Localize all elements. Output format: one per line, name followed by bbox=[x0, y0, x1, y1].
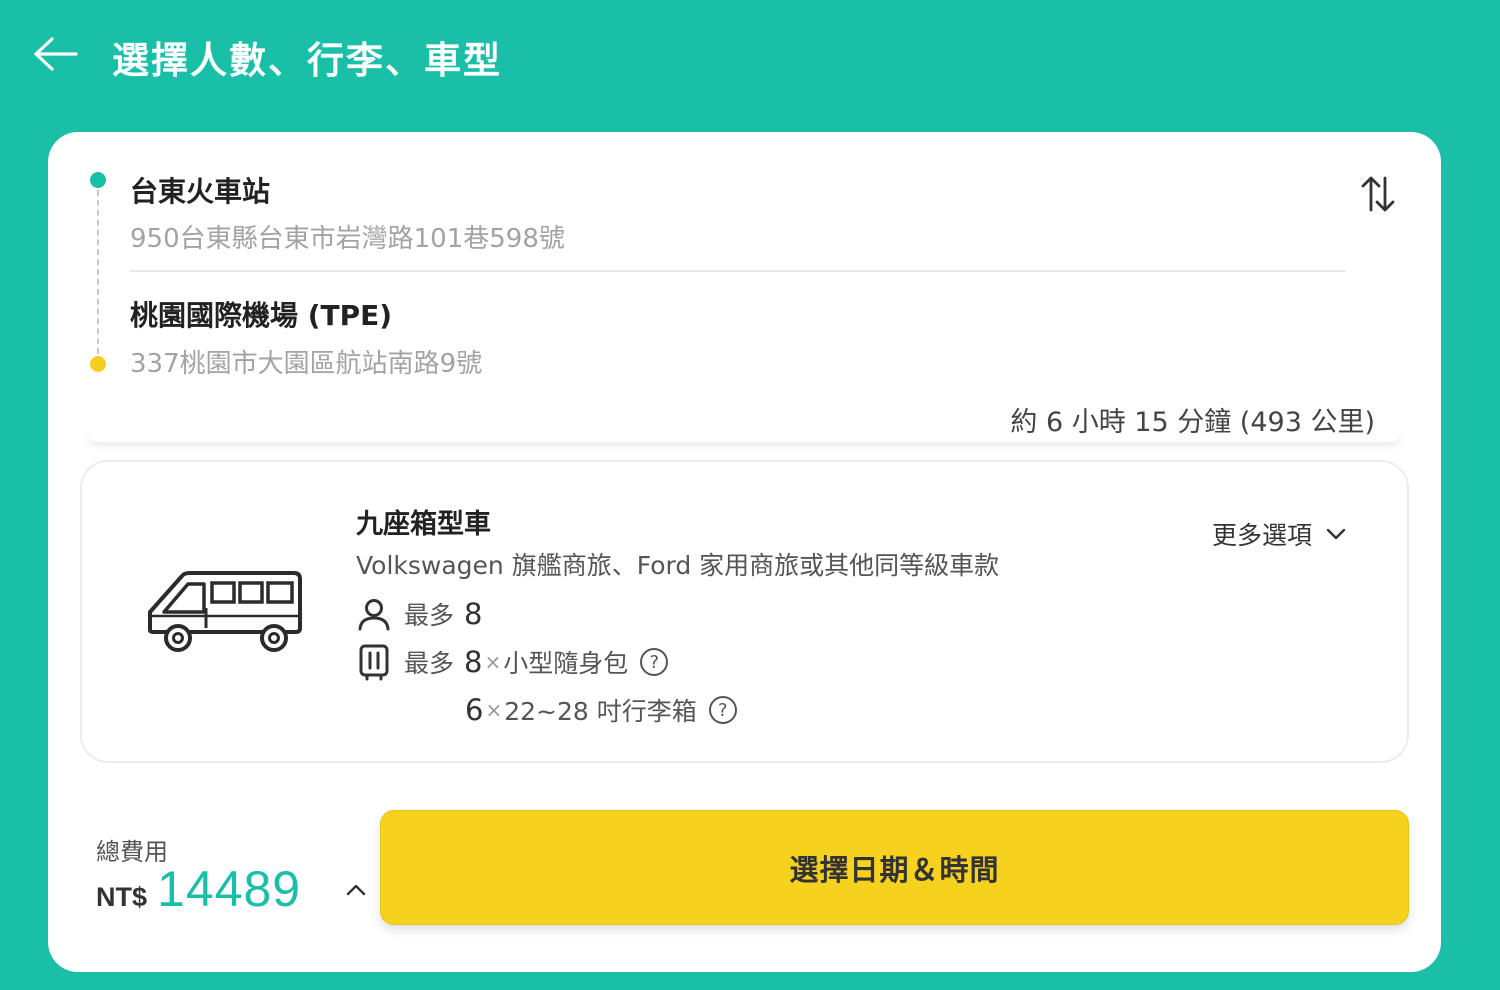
small-bag-count: 8 bbox=[464, 645, 483, 679]
passenger-label: 最多 bbox=[404, 601, 455, 630]
passenger-capacity: 最多 8 bbox=[356, 596, 482, 632]
passenger-count: 8 bbox=[464, 597, 483, 631]
origin-name[interactable]: 台東火車站 bbox=[130, 170, 270, 210]
route-section: 台東火車站 950台東縣台東市岩灣路101巷598號 桃園國際機場 (TPE) … bbox=[48, 132, 1441, 442]
swap-arrows-icon bbox=[1361, 176, 1395, 212]
more-options-dropdown[interactable]: 更多選項 bbox=[1212, 516, 1346, 552]
suitcase-capacity: 6 × 22~28 吋行李箱 ? bbox=[465, 692, 737, 728]
luggage-label: 最多 bbox=[404, 649, 455, 678]
chevron-up-icon bbox=[346, 884, 366, 896]
times-sign: × bbox=[485, 698, 503, 722]
top-bar: 選擇人數、行李、車型 bbox=[0, 0, 1500, 110]
small-bag-help-icon[interactable]: ? bbox=[640, 648, 669, 676]
van-icon bbox=[148, 571, 302, 652]
small-bag-capacity: 最多 8 × 小型隨身包 ? bbox=[356, 644, 669, 681]
destination-name[interactable]: 桃園國際機場 (TPE) bbox=[130, 294, 392, 334]
expand-price-button[interactable] bbox=[342, 876, 370, 904]
total-price: NT$ 14489 bbox=[96, 860, 301, 918]
booking-card: 台東火車站 950台東縣台東市岩灣路101巷598號 桃園國際機場 (TPE) … bbox=[48, 132, 1441, 972]
vehicle-models: Volkswagen 旗艦商旅、Ford 家用商旅或其他同等級車款 bbox=[356, 551, 1000, 580]
more-options-label: 更多選項 bbox=[1212, 521, 1313, 550]
route-divider bbox=[130, 270, 1346, 272]
route-section-edge bbox=[88, 432, 1401, 442]
destination-dot bbox=[90, 356, 106, 372]
origin-dot bbox=[90, 172, 106, 188]
origin-address[interactable]: 950台東縣台東市岩灣路101巷598號 bbox=[130, 218, 565, 255]
chevron-down-icon bbox=[1326, 528, 1346, 540]
vehicle-name: 九座箱型車 bbox=[356, 509, 491, 540]
destination-address[interactable]: 337桃園市大園區航站南路9號 bbox=[130, 343, 482, 380]
person-icon bbox=[356, 596, 392, 632]
back-button[interactable] bbox=[30, 32, 80, 76]
suitcase-count: 6 bbox=[465, 693, 484, 727]
select-date-time-button[interactable]: 選擇日期＆時間 bbox=[380, 810, 1409, 925]
suitcase-text: 22~28 吋行李箱 bbox=[504, 697, 697, 726]
back-arrow-icon bbox=[34, 37, 78, 71]
price-amount: 14489 bbox=[157, 861, 302, 917]
currency: NT$ bbox=[96, 882, 148, 912]
page-title: 選擇人數、行李、車型 bbox=[112, 39, 502, 82]
vehicle-option-card[interactable]: 九座箱型車 Volkswagen 旗艦商旅、Ford 家用商旅或其他同等級車款 … bbox=[80, 460, 1409, 763]
times-sign: × bbox=[484, 650, 502, 674]
luggage-icon bbox=[356, 644, 392, 681]
suitcase-help-icon[interactable]: ? bbox=[708, 696, 737, 724]
route-line bbox=[97, 190, 99, 354]
small-bag-text: 小型隨身包 bbox=[503, 649, 629, 678]
swap-route-button[interactable] bbox=[1356, 172, 1400, 216]
